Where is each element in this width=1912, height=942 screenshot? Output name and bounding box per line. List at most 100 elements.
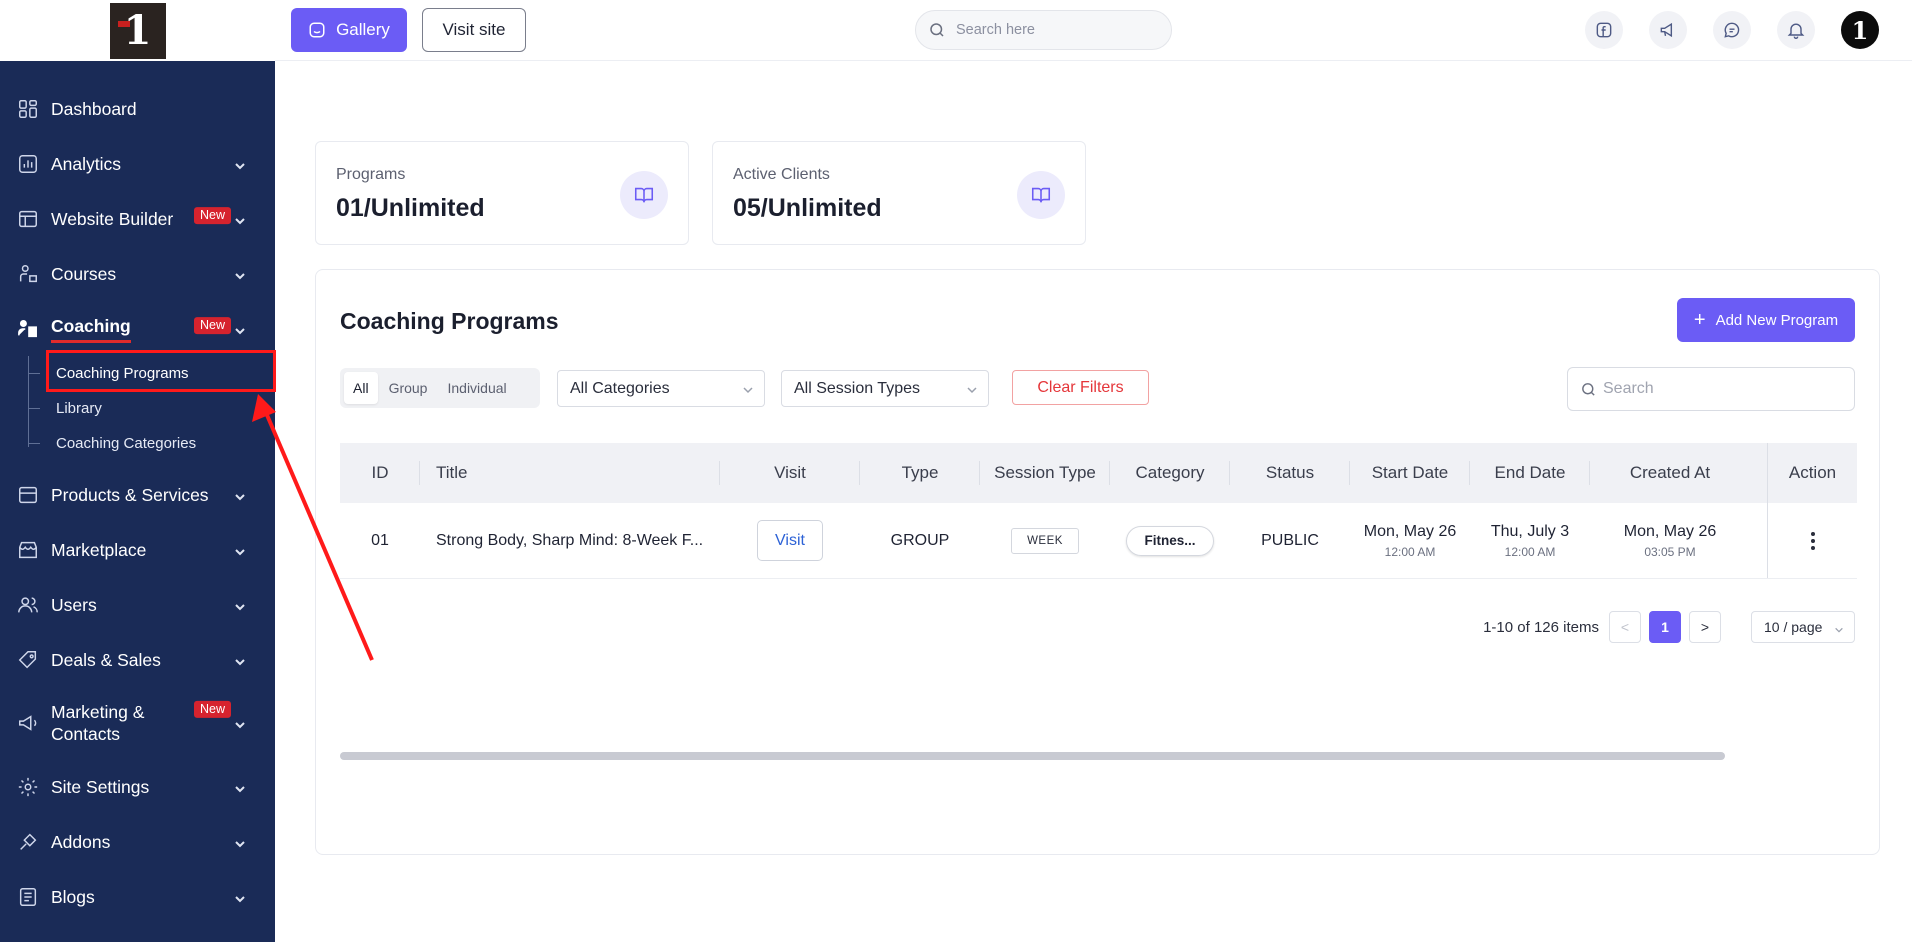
chevron-down-icon[interactable] xyxy=(233,890,247,904)
sidebar-item-products-services[interactable]: Products & Services xyxy=(0,467,275,522)
table-header: ID Title Visit Type Session Type Categor… xyxy=(340,443,1857,503)
brand-logo[interactable]: 1 xyxy=(109,2,166,59)
sidebar-item-addons[interactable]: Addons xyxy=(0,814,275,869)
chevron-down-icon[interactable] xyxy=(233,322,247,336)
gallery-label: Gallery xyxy=(336,20,390,39)
column-header-id[interactable]: ID xyxy=(340,443,420,503)
gallery-icon xyxy=(309,22,325,38)
coaching-programs-panel: Coaching Programs + Add New Program All … xyxy=(315,269,1880,855)
chevron-down-icon[interactable] xyxy=(233,598,247,612)
next-page-button[interactable]: > xyxy=(1689,611,1721,643)
megaphone-icon[interactable] xyxy=(1649,11,1687,49)
new-badge: New xyxy=(193,206,231,224)
start-time: 12:00 AM xyxy=(1384,544,1436,559)
column-header-created-at[interactable]: Created At xyxy=(1590,443,1750,503)
sidebar-item-dashboard[interactable]: Dashboard xyxy=(0,81,275,136)
sidebar-item-blogs[interactable]: Blogs xyxy=(0,869,275,924)
addons-icon xyxy=(16,830,40,854)
sidebar-item-label: Marketing & Contacts xyxy=(51,702,145,744)
facebook-icon[interactable] xyxy=(1585,11,1623,49)
column-header-session-type[interactable]: Session Type xyxy=(980,443,1110,503)
cell-visit: Visit xyxy=(720,503,860,578)
chevron-down-icon[interactable] xyxy=(233,488,247,502)
clear-filters-button[interactable]: Clear Filters xyxy=(1012,370,1149,405)
sidebar-item-label: Website Builder xyxy=(51,208,174,229)
more-actions-icon[interactable] xyxy=(1810,531,1815,550)
page-size-select[interactable]: 10 / page xyxy=(1751,611,1855,643)
chevron-down-icon[interactable] xyxy=(233,267,247,281)
users-icon xyxy=(16,593,40,617)
submenu-item-library[interactable]: Library xyxy=(28,391,275,426)
program-type-filter: All Group Individual xyxy=(340,368,540,408)
chevron-down-icon xyxy=(742,383,754,395)
table-search-input[interactable] xyxy=(1603,380,1843,398)
sidebar-item-label: Blogs xyxy=(51,886,95,907)
sidebar-item-website-builder[interactable]: Website Builder New xyxy=(0,191,275,246)
column-header-type[interactable]: Type xyxy=(860,443,980,503)
global-search[interactable] xyxy=(915,10,1172,50)
category-tag[interactable]: Fitnes... xyxy=(1126,525,1214,556)
prev-page-button[interactable]: < xyxy=(1609,611,1641,643)
table-search[interactable] xyxy=(1567,367,1855,411)
sidebar-item-site-settings[interactable]: Site Settings xyxy=(0,759,275,814)
sidebar-item-label: Courses xyxy=(51,263,117,284)
sidebar-item-analytics[interactable]: Analytics xyxy=(0,136,275,191)
add-new-program-button[interactable]: + Add New Program xyxy=(1677,298,1855,342)
visit-site-button[interactable]: Visit site xyxy=(422,8,526,52)
column-header-start-date[interactable]: Start Date xyxy=(1350,443,1470,503)
horizontal-scrollbar[interactable] xyxy=(340,752,1725,760)
sidebar-item-marketing-contacts[interactable]: Marketing & Contacts New xyxy=(0,687,275,759)
cell-category: Fitnes... xyxy=(1110,503,1230,578)
gallery-button[interactable]: Gallery xyxy=(291,8,407,52)
column-header-title[interactable]: Title xyxy=(420,443,720,503)
add-new-program-label: Add New Program xyxy=(1715,311,1839,329)
column-header-status[interactable]: Status xyxy=(1230,443,1350,503)
column-header-category[interactable]: Category xyxy=(1110,443,1230,503)
visit-button[interactable]: Visit xyxy=(757,520,823,561)
search-icon xyxy=(930,23,944,37)
cell-id: 01 xyxy=(371,531,389,549)
page-1-button[interactable]: 1 xyxy=(1649,611,1681,643)
chevron-down-icon[interactable] xyxy=(233,543,247,557)
sidebar-item-label: Dashboard xyxy=(51,98,137,119)
sidebar-item-courses[interactable]: Courses xyxy=(0,246,275,301)
chevron-down-icon[interactable] xyxy=(233,835,247,849)
table-row[interactable]: 01 Strong Body, Sharp Mind: 8-Week F... … xyxy=(340,503,1857,579)
chevron-down-icon[interactable] xyxy=(233,780,247,794)
chevron-down-icon xyxy=(966,383,978,395)
submenu-item-coaching-categories[interactable]: Coaching Categories xyxy=(28,426,275,461)
submenu-item-coaching-programs[interactable]: Coaching Programs xyxy=(28,356,275,391)
end-time: 12:00 AM xyxy=(1504,544,1556,559)
chat-icon[interactable] xyxy=(1713,11,1751,49)
session-type-select[interactable]: All Session Types xyxy=(781,370,989,407)
chevron-down-icon[interactable] xyxy=(233,716,247,730)
sidebar-item-users[interactable]: Users xyxy=(0,577,275,632)
sidebar-item-label: Products & Services xyxy=(51,484,209,505)
products-icon xyxy=(16,483,40,507)
sidebar-item-label: Deals & Sales xyxy=(51,649,161,670)
sidebar-item-marketplace[interactable]: Marketplace xyxy=(0,522,275,577)
avatar[interactable]: 1 xyxy=(1841,11,1879,49)
column-header-end-date[interactable]: End Date xyxy=(1470,443,1590,503)
filter-group[interactable]: Group xyxy=(380,372,437,404)
chevron-down-icon[interactable] xyxy=(233,212,247,226)
filter-individual[interactable]: Individual xyxy=(438,372,515,404)
category-select[interactable]: All Categories xyxy=(557,370,765,407)
analytics-icon xyxy=(16,152,40,176)
chevron-down-icon[interactable] xyxy=(233,157,247,171)
start-date: Mon, May 26 xyxy=(1363,522,1457,540)
column-header-action: Action xyxy=(1767,443,1857,503)
global-search-input[interactable] xyxy=(956,22,1156,38)
filter-all[interactable]: All xyxy=(344,372,378,404)
sidebar-item-coaching[interactable]: Coaching New xyxy=(0,301,275,356)
bell-icon[interactable] xyxy=(1777,11,1815,49)
search-icon xyxy=(1582,382,1595,396)
sidebar-item-label: Site Settings xyxy=(51,776,150,797)
page-title: Coaching Programs xyxy=(340,308,559,334)
column-header-visit[interactable]: Visit xyxy=(720,443,860,503)
cell-action xyxy=(1767,503,1857,578)
sidebar-item-deals-sales[interactable]: Deals & Sales xyxy=(0,632,275,687)
cell-end-date: Thu, July 3 12:00 AM xyxy=(1470,503,1590,578)
chevron-down-icon[interactable] xyxy=(233,653,247,667)
cell-title[interactable]: Strong Body, Sharp Mind: 8-Week F... xyxy=(420,503,720,578)
